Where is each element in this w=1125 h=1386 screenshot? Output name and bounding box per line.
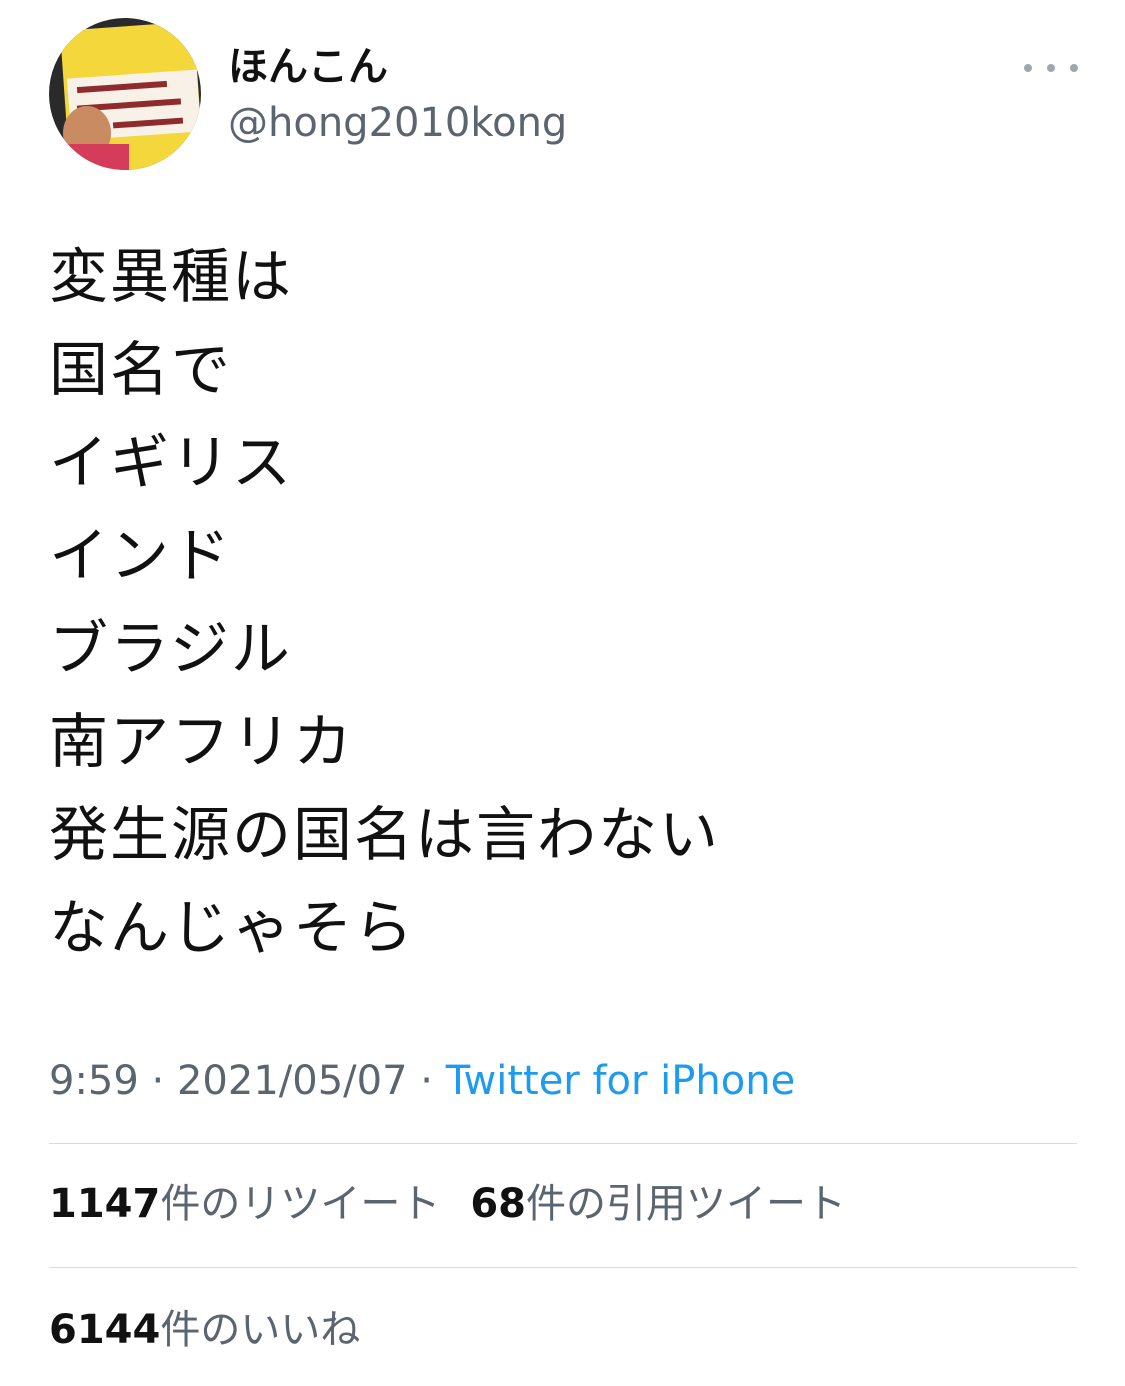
tweet-text-line: インド — [49, 521, 233, 590]
tweet-text-line: 発生源の国名は言わない — [49, 800, 721, 869]
more-horizontal-icon — [1070, 64, 1078, 72]
like-label: 件のいいね — [160, 1307, 361, 1353]
quote-label: 件の引用ツイート — [526, 1181, 846, 1227]
retweet-label: 件のリツイート — [160, 1181, 441, 1227]
tweet-text-line: 南アフリカ — [49, 707, 355, 776]
tweet-meta: 9:59 · 2021/05/07 · Twitter for iPhone — [49, 1052, 795, 1110]
tweet-text-line: 変異種は — [49, 242, 294, 311]
divider — [49, 1267, 1077, 1268]
quote-count: 68 — [470, 1181, 526, 1227]
display-name[interactable]: ほんこん — [228, 42, 388, 92]
tweet-text: 変異種は 国名で イギリス インド ブラジル 南アフリカ 発生源の国名は言わない… — [49, 230, 1079, 974]
more-horizontal-icon — [1047, 64, 1055, 72]
meta-separator: · — [407, 1058, 446, 1104]
stats-row-shares: 1147件のリツイート 68件の引用ツイート — [49, 1175, 846, 1233]
divider — [49, 1143, 1077, 1144]
retweets-stat[interactable]: 1147件のリツイート — [49, 1175, 440, 1233]
avatar-shirt — [49, 144, 129, 170]
tweet-text-line: なんじゃそら — [49, 893, 416, 962]
likes-stat[interactable]: 6144件のいいね — [49, 1301, 360, 1359]
retweet-count: 1147 — [49, 1181, 161, 1227]
meta-separator: · — [138, 1058, 177, 1104]
tweet-text-line: 国名で — [49, 335, 233, 404]
tweet-date: 2021/05/07 — [176, 1058, 408, 1104]
quote-tweets-stat[interactable]: 68件の引用ツイート — [470, 1175, 846, 1233]
tweet-text-line: ブラジル — [49, 614, 292, 683]
like-count: 6144 — [49, 1307, 161, 1353]
tweet-text-line: イギリス — [49, 428, 294, 497]
tweet-source-link[interactable]: Twitter for iPhone — [446, 1058, 796, 1104]
stats-row-likes: 6144件のいいね — [49, 1301, 360, 1359]
tweet-time: 9:59 — [49, 1058, 139, 1104]
user-handle[interactable]: @hong2010kong — [228, 98, 567, 148]
more-horizontal-icon — [1024, 64, 1032, 72]
avatar[interactable] — [49, 18, 201, 170]
more-options-button[interactable] — [1024, 54, 1078, 82]
